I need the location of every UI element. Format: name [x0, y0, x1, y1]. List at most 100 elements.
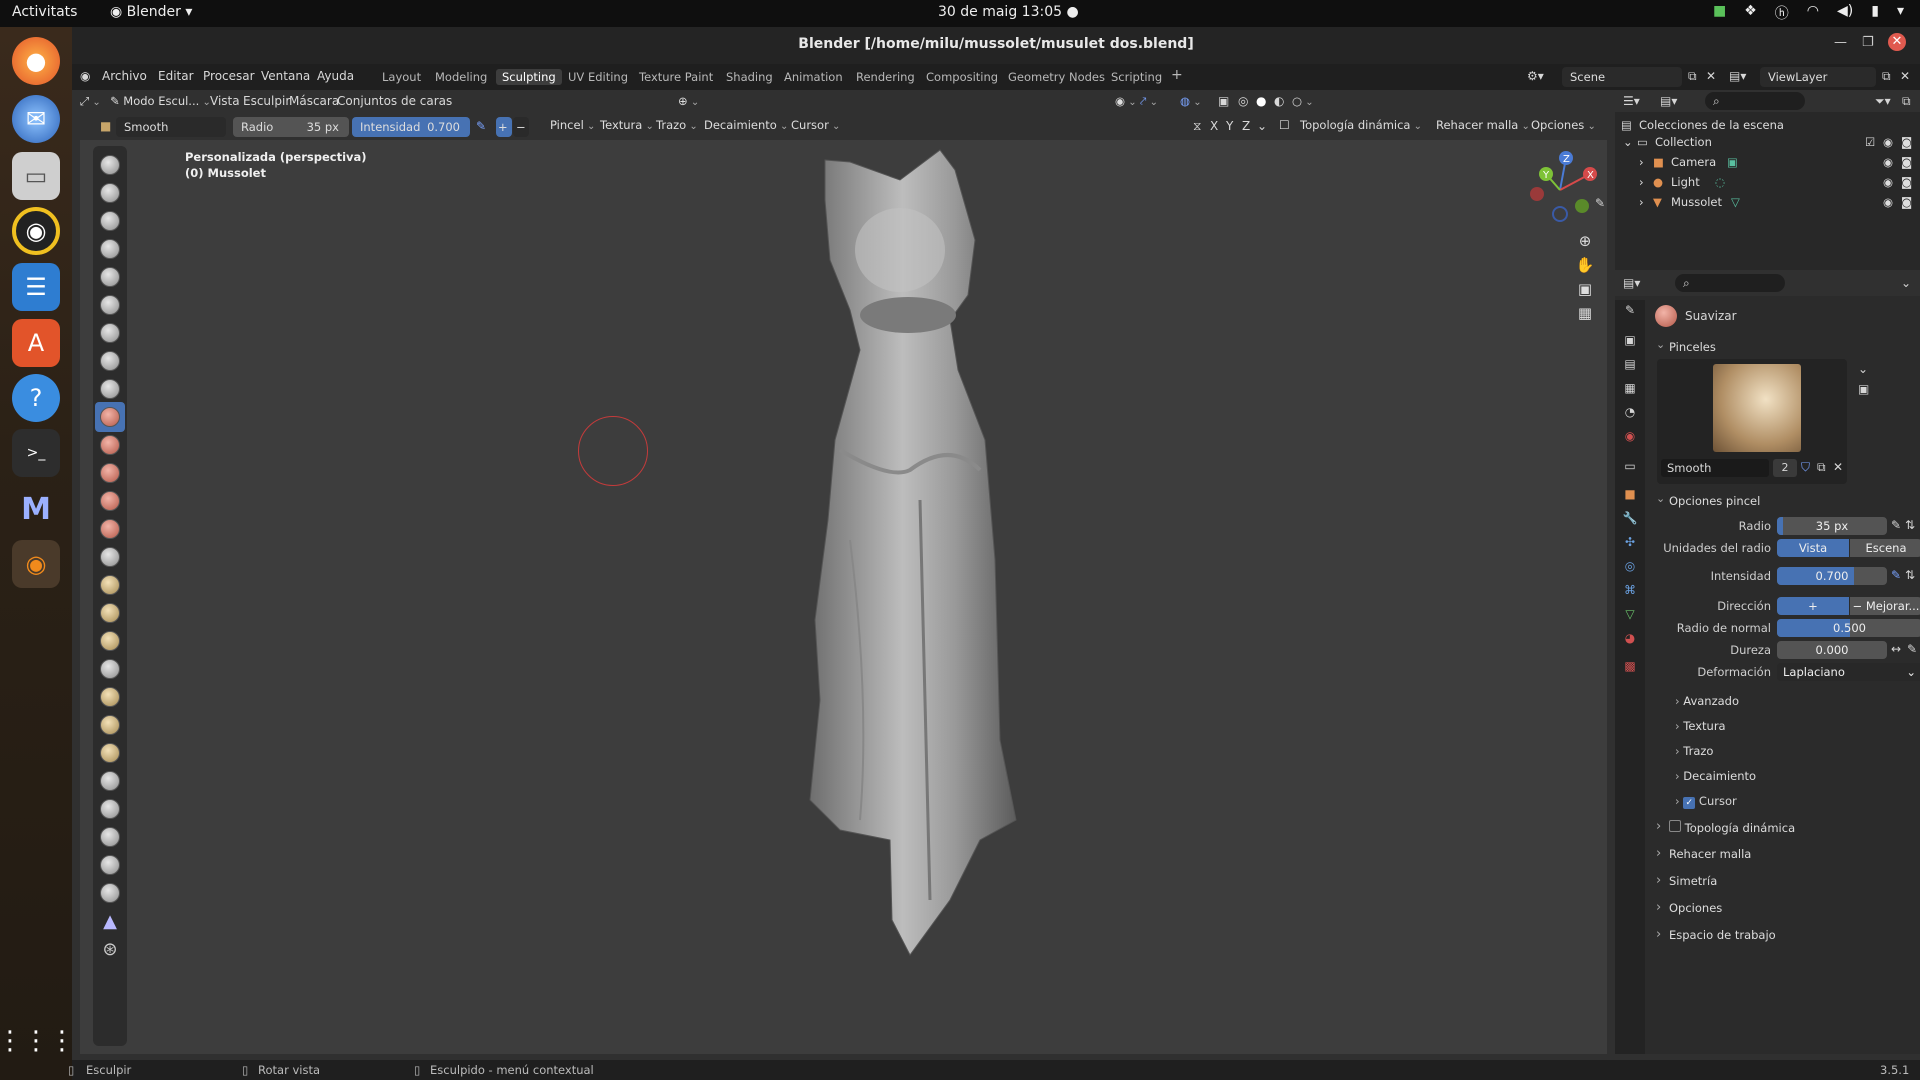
tab-animation[interactable]: Animation	[778, 69, 849, 85]
tab-tool-icon[interactable]: ✎	[1620, 300, 1640, 320]
transform-orientation-icon[interactable]: ⊕	[678, 94, 699, 108]
tab-uv-editing[interactable]: UV Editing	[562, 69, 634, 85]
show-apps-icon[interactable]: ⋮⋮⋮	[0, 1017, 75, 1065]
panel-remesh[interactable]: Rehacer malla	[1651, 843, 1914, 865]
strength-pressure-icon[interactable]: ✎	[1891, 568, 1901, 582]
panel-symmetry[interactable]: Simetría	[1651, 870, 1914, 892]
menu-file[interactable]: Archivo	[102, 69, 147, 83]
mirror-z-toggle[interactable]: Z	[1242, 119, 1250, 133]
outliner-item-light[interactable]: › ● Light ◌ ◉ ◙	[1615, 175, 1920, 195]
tab-scene-icon[interactable]: ◔	[1620, 402, 1640, 422]
tool-cloth[interactable]	[95, 822, 125, 852]
texture-dropdown[interactable]: Textura	[600, 118, 654, 132]
volume-icon[interactable]: ◀)	[1837, 3, 1853, 23]
3d-viewport[interactable]: ▲ ⊛ Personalizada (perspectiva) (0) Muss…	[80, 140, 1607, 1054]
battery-icon[interactable]: ▮	[1871, 3, 1879, 23]
tool-mask[interactable]	[95, 878, 125, 908]
firefox-icon[interactable]: ●	[12, 37, 60, 85]
render-camera-icon[interactable]: ◙	[1901, 155, 1912, 169]
brush-preview-box[interactable]: Smooth 2 ⛉ ⧉ ✕	[1657, 359, 1847, 484]
tab-compositing[interactable]: Compositing	[920, 69, 1004, 85]
editor-type-icon[interactable]: ⤢	[80, 94, 101, 109]
system-tray[interactable]: ■ ❖ ⓗ ◠ ◀) ▮ ▾	[1713, 3, 1904, 23]
blender-logo-icon[interactable]: ◉	[80, 69, 90, 83]
power-menu-icon[interactable]: ▾	[1897, 3, 1904, 23]
strength-curve-icon[interactable]: ⇅	[1905, 568, 1915, 582]
gizmo-neg-y-axis[interactable]	[1575, 199, 1589, 213]
tool-snake-hook[interactable]	[95, 626, 125, 656]
direction-add-icon[interactable]: +	[496, 117, 512, 137]
tool-nudge[interactable]	[95, 710, 125, 740]
tool-scrape[interactable]	[95, 486, 125, 516]
filter-icon[interactable]: ⏷▾	[1875, 94, 1891, 109]
options-dropdown[interactable]: Opciones	[1531, 118, 1596, 132]
mode-selector[interactable]: ✎ Modo Escul...	[110, 94, 211, 108]
deformation-dropdown[interactable]: Laplaciano ⌄	[1777, 663, 1920, 681]
symmetry-options-icon[interactable]: ⌄	[1257, 119, 1267, 133]
tool-pinch[interactable]	[95, 542, 125, 572]
view-layer-remove-icon[interactable]: ✕	[1900, 69, 1910, 83]
help-icon[interactable]: ?	[12, 374, 60, 422]
blender-icon[interactable]: ◉	[12, 540, 60, 588]
hardness-invert-icon[interactable]: ↔	[1891, 642, 1901, 656]
writer-icon[interactable]: ☰	[12, 263, 60, 311]
menu-view[interactable]: Vista	[210, 94, 240, 108]
panel-options[interactable]: Opciones	[1651, 897, 1914, 919]
radius-pressure-icon[interactable]: ✎	[1891, 518, 1901, 532]
outliner-editor-icon[interactable]: ☰▾	[1623, 94, 1640, 108]
rhythmbox-icon[interactable]: ◉	[12, 207, 60, 255]
subpanel-texture[interactable]: Textura	[1675, 719, 1725, 733]
render-camera-icon[interactable]: ◙	[1901, 175, 1912, 189]
minimize-icon[interactable]: —	[1834, 35, 1847, 50]
tool-inflate[interactable]	[95, 318, 125, 348]
strength-prop-field[interactable]: 0.700	[1777, 567, 1887, 585]
render-camera-icon[interactable]: ◙	[1901, 195, 1912, 209]
hardness-pressure-icon[interactable]: ✎	[1907, 642, 1917, 656]
activities-button[interactable]: Activitats	[12, 4, 77, 20]
gizmo-neg-x-axis[interactable]	[1530, 187, 1544, 201]
expand-icon[interactable]: ›	[1639, 195, 1644, 209]
normal-radius-field[interactable]: 0.500	[1777, 619, 1920, 637]
direction-enhance-option[interactable]: − Mejorar...	[1850, 597, 1920, 615]
brush-name-input[interactable]: Smooth	[1661, 459, 1769, 477]
outliner-item-mussolet[interactable]: › ▼ Mussolet ▽ ◉ ◙	[1615, 195, 1920, 215]
tool-crease[interactable]	[95, 374, 125, 404]
app-m-icon[interactable]: M	[12, 485, 60, 533]
properties-editor-icon[interactable]: ▤▾	[1623, 276, 1640, 290]
clock[interactable]: 30 de maig 13:05 ●	[938, 4, 1079, 20]
navigation-gizmo[interactable]: Z X Y	[1520, 150, 1600, 230]
symmetry-icon[interactable]: ⧖	[1193, 119, 1201, 134]
perspective-grid-icon[interactable]: ▦	[1572, 300, 1598, 326]
tool-multiplane-scrape[interactable]	[95, 514, 125, 544]
terminal-icon[interactable]: >_	[12, 429, 60, 477]
subpanel-advanced[interactable]: Avanzado	[1675, 694, 1739, 708]
app-center-icon[interactable]: A	[12, 319, 60, 367]
add-workspace-icon[interactable]: +	[1165, 66, 1189, 84]
collection-checkbox[interactable]: ☑	[1865, 135, 1875, 149]
scene-remove-icon[interactable]: ✕	[1706, 69, 1716, 83]
shading-rendered-icon[interactable]: ○	[1292, 94, 1314, 108]
tab-constraints-icon[interactable]: ⌘	[1620, 580, 1640, 600]
panel-dyntopo[interactable]: Topología dinámica	[1651, 816, 1914, 838]
tab-output-icon[interactable]: ▤	[1620, 354, 1640, 374]
edit-pencil-icon[interactable]: ✎	[1595, 196, 1605, 210]
tab-geometry-nodes[interactable]: Geometry Nodes	[1002, 69, 1111, 85]
tab-world-icon[interactable]: ◉	[1620, 426, 1640, 446]
tool-draw-sharp[interactable]	[95, 178, 125, 208]
update-icon[interactable]: ■	[1713, 3, 1726, 23]
menu-render[interactable]: Procesar	[203, 69, 255, 83]
panel-workspace[interactable]: Espacio de trabajo	[1651, 924, 1914, 946]
view-layer-browse-icon[interactable]: ▤▾	[1729, 69, 1746, 83]
brush-name-field[interactable]: Smooth	[116, 117, 226, 137]
radius-units-view[interactable]: Vista	[1777, 539, 1849, 557]
tool-fill[interactable]	[95, 458, 125, 488]
cursor-dropdown[interactable]: Cursor	[791, 118, 840, 132]
tool-grab[interactable]	[95, 570, 125, 600]
scene-selector[interactable]: Scene	[1562, 67, 1682, 87]
render-camera-icon[interactable]: ◙	[1901, 135, 1912, 149]
mirror-y-toggle[interactable]: Y	[1226, 119, 1233, 133]
maximize-icon[interactable]: ❐	[1862, 35, 1874, 50]
dropbox-icon[interactable]: ❖	[1744, 3, 1757, 23]
scene-new-icon[interactable]: ⧉	[1688, 69, 1697, 84]
visibility-eye-icon[interactable]: ◉	[1883, 175, 1893, 189]
